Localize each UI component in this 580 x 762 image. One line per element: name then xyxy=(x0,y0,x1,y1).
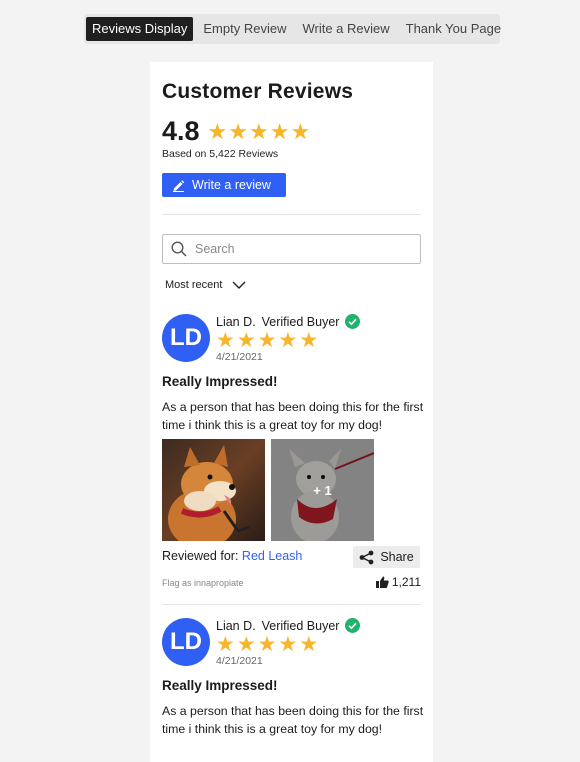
rating-stars: ★ ★ ★ ★ ★ xyxy=(207,118,312,144)
page-title: Customer Reviews xyxy=(162,80,354,103)
verified-check-icon xyxy=(345,314,361,329)
more-photos-count: + 1 xyxy=(271,439,374,541)
star-icon: ★ xyxy=(216,329,235,352)
star-icon: ★ xyxy=(269,118,290,144)
star-icon: ★ xyxy=(257,633,277,656)
verified-label: Verified Buyer xyxy=(261,618,340,633)
review-count: Based on 5,422 Reviews xyxy=(162,148,279,160)
sort-selected: Most recent xyxy=(165,279,223,291)
star-icon: ★ xyxy=(299,633,319,656)
chevron-down-icon xyxy=(232,281,246,289)
star-icon: ★ xyxy=(207,118,228,144)
shiba-dog-photo xyxy=(162,439,265,541)
divider xyxy=(162,214,421,215)
review-photo[interactable] xyxy=(162,439,265,541)
review-date: 4/21/2021 xyxy=(216,351,263,363)
star-icon: ★ xyxy=(236,633,256,656)
divider xyxy=(162,604,421,605)
review-body: As a person that has been doing this for… xyxy=(162,704,424,736)
avatar: LD xyxy=(162,618,210,666)
star-icon: ★ xyxy=(278,633,298,656)
share-button[interactable]: Share xyxy=(353,546,420,568)
tab-reviews-display[interactable]: Reviews Display xyxy=(86,17,194,41)
rating-value: 4.8 xyxy=(162,116,200,146)
star-icon: ★ xyxy=(290,118,311,144)
overall-rating: 4.8 ★ ★ ★ ★ ★ xyxy=(162,116,421,147)
search-input[interactable] xyxy=(193,241,417,257)
review-body: As a person that has been doing this for… xyxy=(162,400,424,432)
reviewer-info: Lian D. Verified Buyer xyxy=(216,314,361,329)
thumbs-up-icon xyxy=(375,576,389,588)
search-icon xyxy=(171,241,187,257)
review-stars: ★ ★ ★ ★ ★ xyxy=(216,634,320,656)
share-icon xyxy=(359,550,374,564)
review-photo[interactable]: + 1 xyxy=(271,439,374,541)
review-stars: ★ ★ ★ ★ ★ xyxy=(216,330,320,352)
reviewer-name: Lian D. xyxy=(216,618,256,633)
avatar: LD xyxy=(162,314,210,362)
reviewed-for: Reviewed for: Red Leash xyxy=(162,549,302,563)
like-count: 1,211 xyxy=(391,575,421,589)
pencil-icon xyxy=(173,179,185,192)
write-review-button[interactable]: Write a review xyxy=(162,173,286,197)
reviewer-info: Lian D. Verified Buyer xyxy=(216,618,361,633)
star-icon: ★ xyxy=(228,118,249,144)
star-icon: ★ xyxy=(278,329,298,352)
tab-empty-review[interactable]: Empty Review xyxy=(197,17,292,41)
verified-label: Verified Buyer xyxy=(261,314,340,329)
write-review-label: Write a review xyxy=(192,178,271,192)
tab-write-a-review[interactable]: Write a Review xyxy=(296,17,395,41)
tab-thank-you-page[interactable]: Thank You Page xyxy=(400,17,507,41)
search-box[interactable] xyxy=(162,234,421,264)
reviewed-for-label: Reviewed for: xyxy=(162,549,239,563)
review-title: Really Impressed! xyxy=(162,374,278,389)
tab-bar: Reviews Display Empty Review Write a Rev… xyxy=(84,14,501,44)
star-icon: ★ xyxy=(249,118,269,144)
review-date: 4/21/2021 xyxy=(216,655,263,667)
sort-dropdown[interactable]: Most recent xyxy=(165,279,424,291)
share-label: Share xyxy=(380,550,414,564)
review-photos: + 1 xyxy=(162,439,380,541)
flag-inappropriate-link[interactable]: Flag as innapropiate xyxy=(162,578,244,588)
reviews-card: Customer Reviews 4.8 ★ ★ ★ ★ ★ Based on … xyxy=(150,62,433,762)
star-icon: ★ xyxy=(257,329,277,352)
star-icon: ★ xyxy=(216,633,235,656)
product-link[interactable]: Red Leash xyxy=(242,549,302,563)
like-button[interactable]: 1,211 xyxy=(375,575,421,589)
reviewer-name: Lian D. xyxy=(216,314,256,329)
star-icon: ★ xyxy=(299,329,319,352)
star-icon: ★ xyxy=(236,329,256,352)
review-title: Really Impressed! xyxy=(162,678,278,693)
verified-check-icon xyxy=(345,618,361,633)
